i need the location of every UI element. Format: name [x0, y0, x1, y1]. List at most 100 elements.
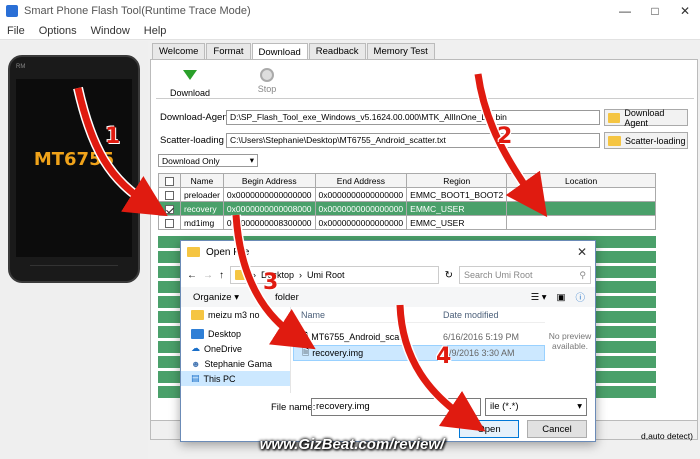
table-row[interactable]: preloader 0x0000000000000000 0x000000000… [158, 187, 656, 202]
cell-begin: 0x0000000000000000 [222, 187, 316, 202]
header-region: Region [406, 173, 508, 188]
download-agent-label: Download-Agent [160, 112, 231, 123]
file-icon: 🗎 [301, 331, 309, 341]
cell-name: recovery [180, 201, 224, 216]
cell-end: 0x0000000000000000 [314, 187, 408, 202]
refresh-icon[interactable]: ↻ [445, 270, 453, 281]
cell-begin: 0x0000000008300000 [222, 215, 316, 230]
checkbox[interactable] [165, 218, 174, 228]
phone-brand: RM [16, 64, 26, 70]
minimize-icon[interactable]: — [610, 0, 640, 22]
row-check[interactable] [158, 201, 181, 216]
file-name: MT6755_Android_scatte [311, 332, 410, 342]
filename-label: File name: [271, 401, 316, 413]
file-type-select[interactable]: ile (*.*) ▾ [485, 398, 587, 416]
download-agent-button[interactable]: Download Agent [604, 107, 688, 128]
computer-icon: ▤ [191, 373, 200, 383]
close-icon[interactable]: ✕ [670, 0, 700, 22]
download-mode-select[interactable]: Download Only ▾ [158, 154, 258, 167]
nav-item-desktop[interactable]: Desktop [181, 326, 290, 341]
organize-button[interactable]: Organize ▾ [193, 292, 239, 303]
row-check[interactable] [158, 215, 181, 230]
file-type-value: ile (*.*) [490, 401, 519, 412]
phone-screen: MT6755 [16, 79, 132, 257]
breadcrumb-chevron-icon: › [299, 270, 303, 280]
stop-button[interactable]: Stop [242, 68, 292, 94]
nav-label: meizu m3 no [208, 309, 260, 320]
close-icon[interactable]: ✕ [577, 245, 587, 259]
filename-input[interactable]: recovery.img [311, 398, 481, 416]
preview-pane-icon[interactable]: ▣ [557, 292, 566, 303]
menu-file[interactable]: File [0, 25, 32, 37]
dialog-command-bar: Organize ▾ folder ☰ ▾ ▣ ⓘ [181, 287, 595, 307]
cell-name: md1img [180, 215, 224, 230]
download-agent-button-label: Download Agent [624, 107, 665, 128]
view-options-icon[interactable]: ☰ ▾ [531, 292, 547, 303]
column-date[interactable]: Date modified [443, 310, 499, 320]
new-folder-button[interactable]: folder [275, 292, 299, 303]
nav-label: Desktop [208, 328, 242, 339]
list-item[interactable]: 🗎 MT6755_Android_scatte 6/16/2016 5:19 PM [293, 329, 545, 345]
column-name[interactable]: Name [293, 310, 443, 320]
tab-welcome[interactable]: Welcome [152, 43, 206, 59]
window-title: Smart Phone Flash Tool(Runtime Trace Mod… [24, 5, 251, 17]
phone-image: RM MT6755 [8, 55, 140, 283]
checkbox[interactable] [165, 176, 174, 186]
search-input[interactable]: Search Umi Root ⚲ [459, 266, 591, 284]
table-row[interactable]: md1img 0x0000000008300000 0x000000000000… [158, 215, 656, 230]
scatter-loading-button[interactable]: Scatter-loading [604, 132, 688, 149]
stop-label: Stop [257, 84, 277, 94]
menu-help[interactable]: Help [137, 25, 174, 37]
menu-window[interactable]: Window [84, 25, 137, 37]
preview-text: No preview available. [548, 331, 592, 351]
up-icon[interactable]: ↑ [219, 270, 224, 281]
scatter-loading-button-label: Scatter-loading [625, 135, 686, 146]
folder-icon [187, 247, 200, 257]
download-arrow-icon [183, 70, 197, 84]
nav-item-onedrive[interactable]: ☁ OneDrive [181, 341, 290, 356]
row-check[interactable] [158, 187, 181, 202]
cell-region: EMMC_USER [406, 215, 508, 230]
address-bar[interactable]: › Desktop › Umi Root [230, 266, 439, 284]
nav-item-this-pc[interactable]: ▤ This PC [181, 371, 290, 386]
forward-icon[interactable]: → [203, 270, 213, 281]
annotation-1: 1 [105, 124, 121, 149]
folder-icon [235, 270, 248, 280]
filename-row: File name: recovery.img ile (*.*) ▾ [181, 397, 595, 417]
menu-options[interactable]: Options [32, 25, 84, 37]
breadcrumb-umi-root[interactable]: Umi Root [307, 270, 345, 280]
download-agent-path[interactable]: D:\SP_Flash_Tool_exe_Windows_v5.1624.00.… [226, 110, 600, 125]
file-icon: 🗎 [302, 347, 310, 357]
cancel-button[interactable]: Cancel [527, 420, 587, 438]
tab-bar: Welcome Format Download Readback Memory … [152, 43, 436, 60]
scatter-path[interactable]: C:\Users\Stephanie\Desktop\MT6755_Androi… [226, 133, 600, 148]
folder-icon [191, 309, 204, 320]
tab-download[interactable]: Download [251, 43, 308, 60]
cell-location[interactable] [506, 201, 656, 216]
list-item-selected[interactable]: 🗎 recovery.img 6/9/2016 3:30 AM [293, 345, 545, 361]
checkbox[interactable] [165, 190, 174, 200]
cell-region: EMMC_USER [406, 201, 508, 216]
file-list: Name Date modified 🗎 MT6755_Android_scatt… [293, 307, 545, 393]
tab-readback[interactable]: Readback [308, 43, 366, 59]
nav-label: Stephanie Gama [204, 358, 273, 369]
cell-region: EMMC_BOOT1_BOOT2 [406, 187, 508, 202]
file-date: 6/9/2016 3:30 AM [444, 348, 515, 358]
nav-item-meizu[interactable]: meizu m3 no [181, 307, 290, 322]
cell-location[interactable] [506, 215, 656, 230]
header-check[interactable] [158, 173, 181, 188]
tab-memory-test[interactable]: Memory Test [366, 43, 435, 59]
tab-format[interactable]: Format [206, 43, 251, 59]
search-icon: ⚲ [579, 269, 586, 280]
table-row-selected[interactable]: recovery 0x0000000000008000 0x0000000000… [158, 201, 656, 216]
back-icon[interactable]: ← [187, 270, 197, 281]
download-label: Download [169, 88, 211, 98]
folder-icon [608, 112, 621, 123]
cell-location[interactable] [506, 187, 656, 202]
maximize-icon[interactable]: □ [640, 0, 670, 22]
download-button[interactable]: Download [165, 68, 215, 98]
app-icon [6, 5, 18, 17]
checkbox-checked[interactable] [165, 204, 174, 214]
help-icon[interactable]: ⓘ [575, 290, 585, 304]
nav-item-user[interactable]: ☻ Stephanie Gama [181, 356, 290, 371]
